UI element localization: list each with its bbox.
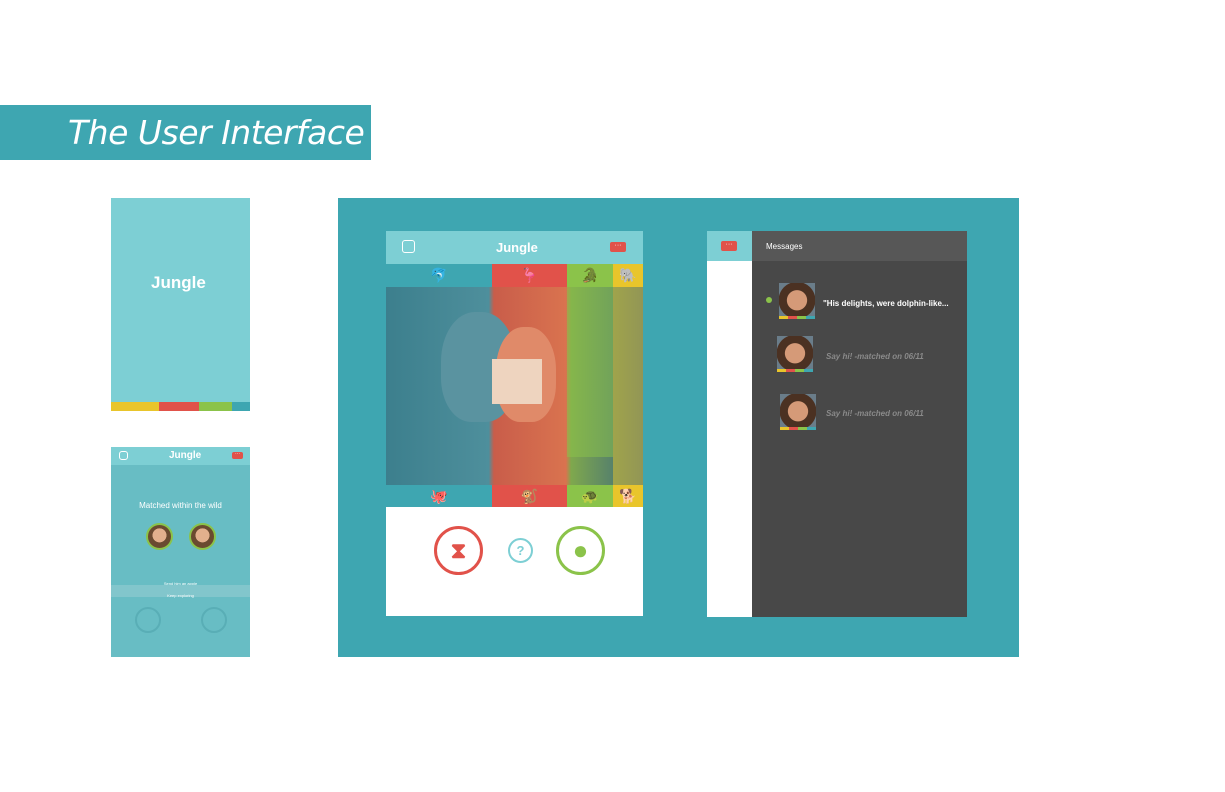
splash-screen: Jungle — [111, 198, 250, 411]
color-stripe — [779, 316, 815, 319]
turtle-icon[interactable]: 🐢 — [567, 485, 613, 507]
unsure-button[interactable]: ? — [508, 538, 533, 563]
elephant-icon[interactable]: 🐘 — [613, 264, 643, 287]
avatar[interactable] — [780, 394, 816, 430]
jungle-logo: Jungle — [496, 240, 538, 255]
profile-photo[interactable] — [386, 287, 643, 485]
browse-header: Jungle ··· — [386, 231, 643, 264]
monkey-icon[interactable]: 🐒 — [492, 485, 567, 507]
apple-icon: ● — [572, 535, 589, 565]
sidebar — [707, 231, 752, 617]
messages-title: Messages — [766, 242, 803, 251]
apple-icon — [201, 607, 227, 633]
match-header: Jungle ··· — [111, 447, 250, 465]
message-preview[interactable]: Say hi! -matched on 06/11 — [826, 352, 924, 361]
photo-tile — [492, 359, 542, 404]
stripe-green — [199, 402, 232, 411]
keep-exploring-button[interactable]: Keep exploring — [111, 593, 250, 598]
chat-icon[interactable]: ··· — [721, 241, 737, 251]
sidebar-header: ··· — [707, 231, 752, 261]
match-title: Matched within the wild — [139, 501, 222, 510]
photo-overlay-yellow — [613, 287, 643, 485]
chat-icon[interactable]: ··· — [610, 242, 626, 252]
dolphin-icon[interactable]: 🐬 — [386, 264, 492, 287]
avatar — [189, 523, 216, 550]
match-screen: Jungle ··· Matched within the wild Send … — [111, 447, 250, 657]
jungle-logo: Jungle — [151, 273, 206, 292]
title-banner: The User Interface — [0, 105, 371, 160]
browse-screen: Jungle ··· 🐬 🦩 🐊 🐘 🐙 🐒 🐢 🐕 ⧗ ? ● — [386, 231, 643, 616]
octopus-icon[interactable]: 🐙 — [386, 485, 492, 507]
color-stripe — [780, 427, 816, 430]
messages-header: Messages — [752, 231, 967, 261]
crocodile-icon[interactable]: 🐊 — [567, 264, 613, 287]
message-preview[interactable]: Say hi! -matched on 06/11 — [826, 409, 924, 418]
chat-icon[interactable]: ··· — [232, 452, 243, 459]
message-preview[interactable]: "His delights, were dolphin-like... — [823, 299, 949, 308]
flamingo-icon[interactable]: 🦩 — [492, 264, 567, 287]
unread-dot — [766, 297, 772, 303]
reject-button[interactable]: ⧗ — [434, 526, 483, 575]
color-stripe — [777, 369, 813, 372]
messages-screen: ··· Messages "His delights, were dolphin… — [707, 231, 967, 617]
jungle-logo: Jungle — [169, 450, 202, 461]
photo-overlay-green — [567, 287, 613, 457]
profile-icon[interactable] — [402, 240, 415, 253]
avatar[interactable] — [779, 283, 815, 319]
stripe-teal — [232, 402, 250, 411]
avatar[interactable] — [777, 336, 813, 372]
apple-core-icon: ⧗ — [450, 537, 467, 563]
avatar — [146, 523, 173, 550]
page-title: The User Interface — [68, 113, 365, 152]
stripe-red — [159, 402, 199, 411]
apple-core-icon — [135, 607, 161, 633]
question-icon: ? — [516, 543, 525, 558]
profile-icon[interactable] — [119, 451, 128, 460]
like-button[interactable]: ● — [556, 526, 605, 575]
dog-icon[interactable]: 🐕 — [613, 485, 643, 507]
stripe-yellow — [111, 402, 159, 411]
